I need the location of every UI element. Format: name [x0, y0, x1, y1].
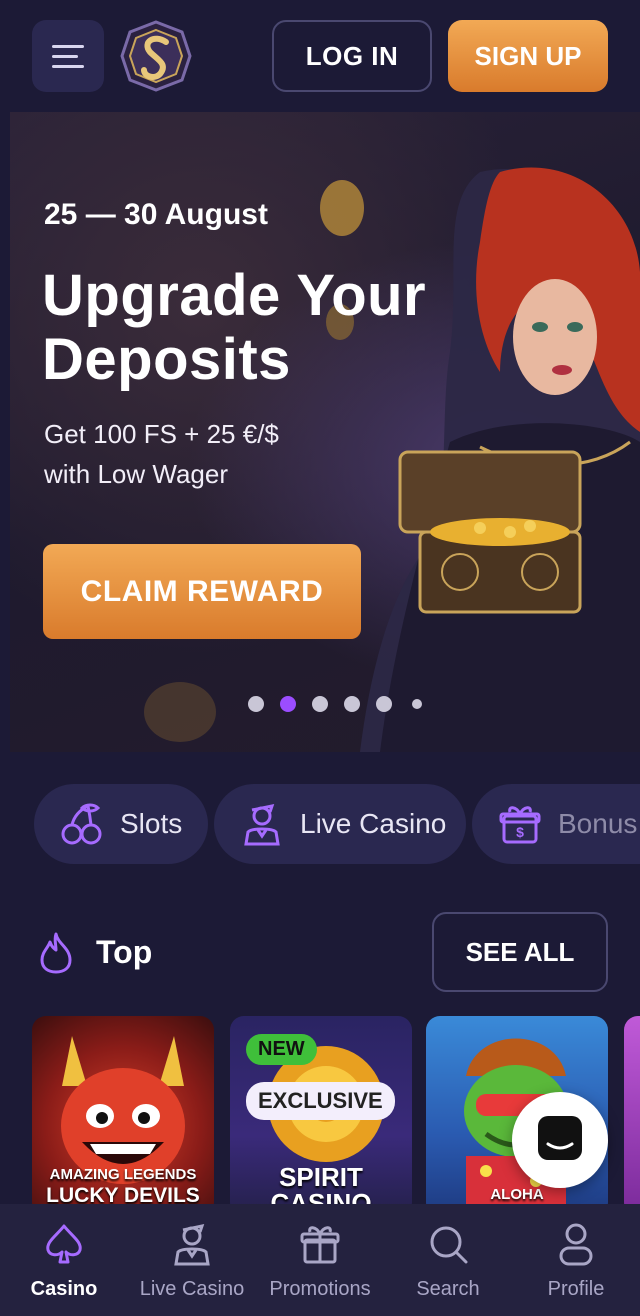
- nav-label: Live Casino: [139, 1278, 245, 1300]
- category-label: Live Casino: [300, 808, 447, 839]
- signup-button[interactable]: SIGN UP: [448, 20, 608, 92]
- chat-icon: [538, 1116, 582, 1160]
- promo-banner[interactable]: 25 — 30 August Upgrade Your Deposits Get…: [10, 112, 640, 752]
- svg-text:$: $: [516, 824, 524, 840]
- menu-line: [52, 65, 84, 68]
- exclusive-badge: EXCLUSIVE: [246, 1082, 395, 1120]
- support-chat-button[interactable]: [512, 1092, 608, 1188]
- category-slots[interactable]: Slots: [34, 784, 208, 864]
- carousel-dot[interactable]: [376, 696, 392, 712]
- dealer-icon: [244, 804, 280, 846]
- game-card[interactable]: AMAZING LEGENDS LUCKY DEVILS: [32, 1016, 214, 1206]
- game-card[interactable]: NEW EXCLUSIVE SPIRIT CASINO: [230, 1016, 412, 1206]
- hamburger-menu-button[interactable]: [32, 20, 104, 92]
- promo-subtitle: Get 100 FS + 25 €/$ with Low Wager: [44, 414, 344, 494]
- carousel-dot[interactable]: [344, 696, 360, 712]
- nav-profile[interactable]: Profile: [512, 1204, 640, 1316]
- new-badge: NEW: [246, 1034, 317, 1065]
- nav-search[interactable]: Search: [384, 1204, 512, 1316]
- section-title: Top: [96, 934, 153, 970]
- category-pills: Slots Live Casino $ Bonus: [0, 784, 640, 864]
- promo-subtitle-line1: Get 100 FS + 25 €/$: [44, 419, 279, 449]
- category-label: Slots: [120, 808, 183, 839]
- see-all-button[interactable]: SEE ALL: [432, 912, 608, 992]
- nav-label: Search: [416, 1278, 480, 1300]
- nav-live-casino[interactable]: Live Casino: [128, 1204, 256, 1316]
- bottom-navigation: Casino Live Casino Promotions Search Pro…: [0, 1204, 640, 1316]
- menu-line: [52, 55, 78, 58]
- search-icon: [430, 1226, 468, 1264]
- promo-title: Upgrade Your Deposits: [42, 264, 562, 392]
- brand-logo[interactable]: [120, 20, 192, 92]
- game-subtitle: AMAZING LEGENDS: [49, 1166, 197, 1183]
- nav-promotions[interactable]: Promotions: [256, 1204, 384, 1316]
- login-button[interactable]: LOG IN: [272, 20, 432, 92]
- fire-icon: [40, 932, 72, 974]
- carousel-dot[interactable]: [248, 696, 264, 712]
- category-bonus[interactable]: $ Bonus: [472, 784, 640, 864]
- promo-title-line1: Upgrade Your: [42, 263, 427, 328]
- carousel-dot[interactable]: [312, 696, 328, 712]
- game-card[interactable]: [624, 1016, 640, 1206]
- carousel-dot[interactable]: [412, 699, 422, 709]
- top-games-header: Top SEE ALL: [0, 912, 640, 992]
- game-title: ALOHA: [490, 1186, 544, 1203]
- claim-reward-button[interactable]: CLAIM REWARD: [43, 544, 361, 639]
- user-icon: [559, 1223, 593, 1266]
- category-live-casino[interactable]: Live Casino: [214, 784, 466, 864]
- nav-label: Profile: [547, 1278, 605, 1300]
- category-label: Bonus: [558, 808, 638, 839]
- promo-date: 25 — 30 August: [44, 198, 268, 231]
- nav-label: Casino: [30, 1278, 98, 1300]
- promo-subtitle-line2: with Low Wager: [44, 459, 228, 489]
- cherries-icon: [61, 803, 102, 845]
- carousel-pagination: [246, 694, 446, 714]
- top-header: LOG IN SIGN UP: [0, 0, 640, 112]
- gift-icon: $: [499, 806, 541, 844]
- promo-title-line2: Deposits: [42, 327, 291, 392]
- game-title: LUCKY DEVILS: [46, 1184, 200, 1206]
- spade-icon: [46, 1224, 82, 1264]
- gift-icon: [300, 1226, 340, 1264]
- dealer-icon: [174, 1223, 210, 1266]
- nav-label: Promotions: [269, 1278, 371, 1300]
- carousel-dot-active[interactable]: [280, 696, 296, 712]
- menu-line: [52, 45, 84, 48]
- nav-casino[interactable]: Casino: [0, 1204, 128, 1316]
